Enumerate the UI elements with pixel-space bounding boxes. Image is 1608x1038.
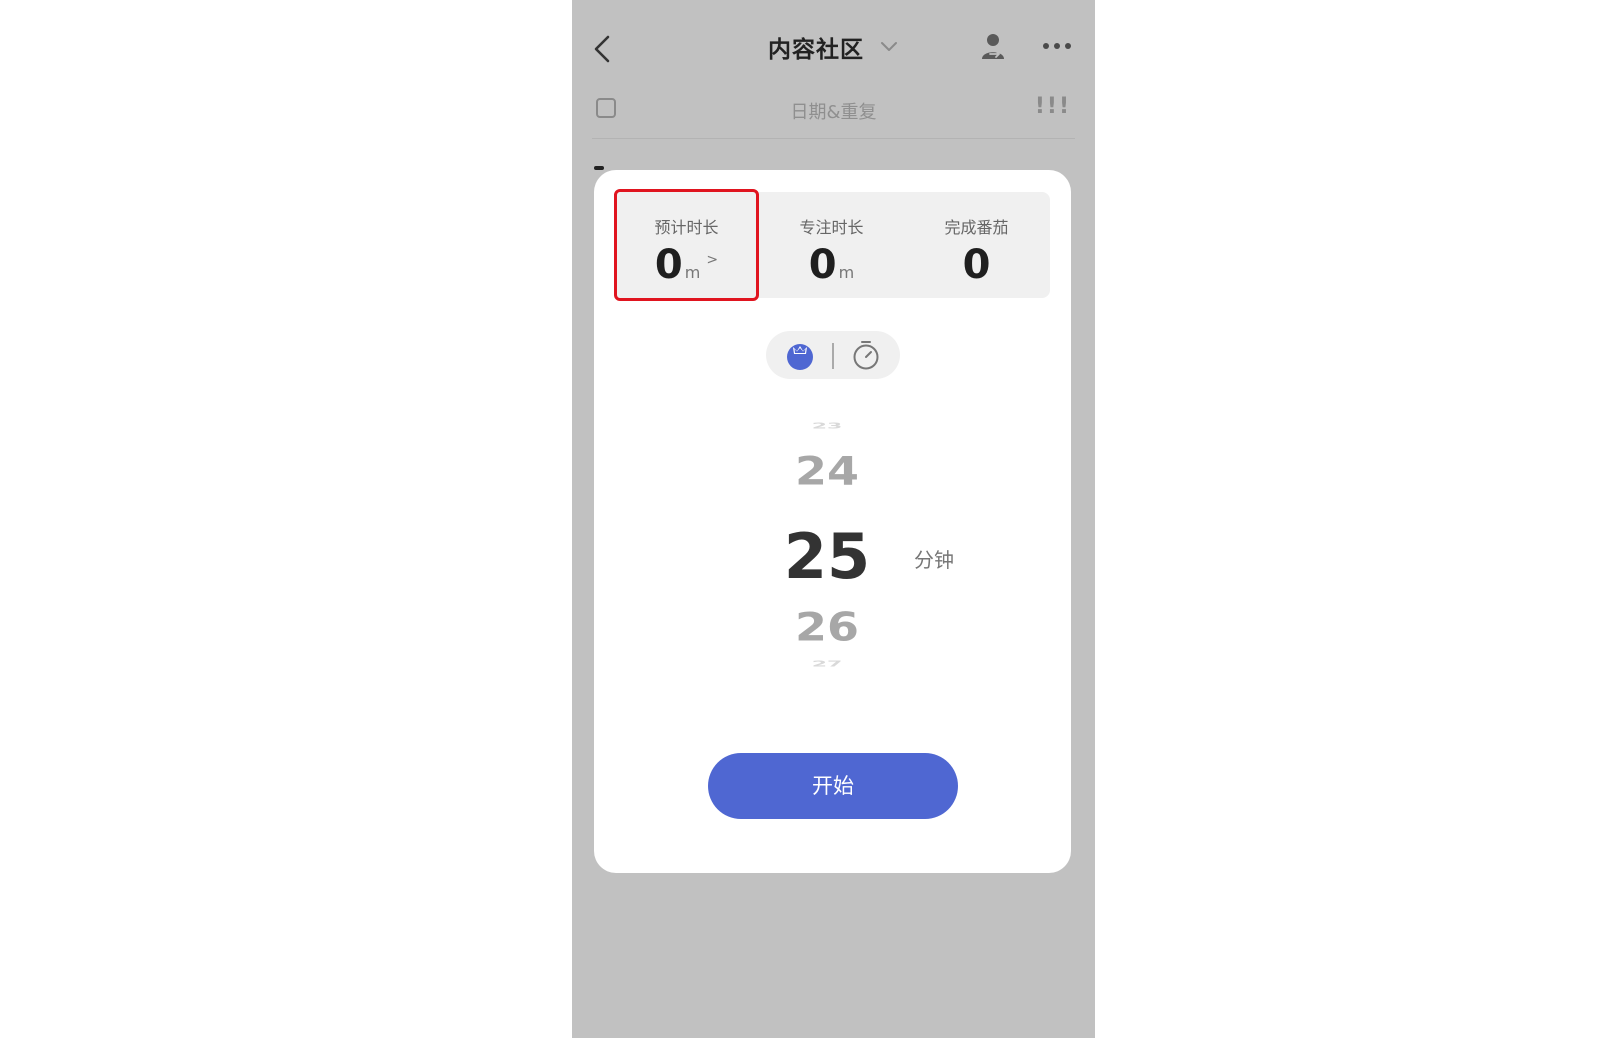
toggle-divider	[832, 343, 834, 369]
stat-label: 完成番茄	[944, 218, 1009, 237]
phone-screen: 内容社区 日期&重复 !!! 预计时长 0 m> 专注时长 0 m 完成番茄 0…	[572, 0, 1095, 1038]
pomodoro-dialog: 预计时长 0 m> 专注时长 0m 完成番茄 0 23 24 25 26 27 …	[594, 170, 1071, 873]
user-share-icon[interactable]	[979, 32, 1009, 62]
stopwatch-icon[interactable]	[850, 339, 882, 371]
picker-option[interactable]: 24	[762, 448, 892, 494]
stat-value: 0	[962, 242, 991, 288]
mode-toggle	[766, 331, 900, 379]
task-toolbar: 日期&重复 !!!	[592, 90, 1075, 139]
title-area[interactable]: 内容社区	[572, 30, 1095, 64]
picker-option[interactable]: 27	[762, 660, 892, 669]
chevron-down-icon[interactable]	[879, 40, 899, 54]
picker-option[interactable]: 23	[762, 422, 892, 431]
picker-selected-option[interactable]: 25	[762, 520, 892, 593]
highlight-box	[614, 189, 759, 301]
note-cursor-mark	[594, 166, 604, 170]
focus-value: 0	[808, 242, 837, 288]
picker-unit-label: 分钟	[914, 548, 954, 572]
start-button[interactable]: 开始	[708, 753, 958, 819]
picker-option[interactable]: 26	[762, 604, 892, 650]
stat-focus-duration: 专注时长 0m	[759, 192, 904, 298]
priority-button[interactable]: !!!	[1035, 94, 1071, 119]
stat-value: 0m	[759, 242, 904, 288]
minute-picker[interactable]: 23 24 25 26 27 分钟	[594, 420, 1071, 690]
stat-completed-pomodoros: 完成番茄 0	[904, 192, 1049, 298]
focus-unit: m	[838, 263, 855, 282]
tomato-icon[interactable]	[784, 339, 816, 371]
more-icon[interactable]	[1042, 38, 1072, 54]
page-title: 内容社区	[767, 37, 864, 63]
date-repeat-button[interactable]: 日期&重复	[592, 98, 1075, 124]
top-bar: 内容社区	[572, 0, 1095, 90]
stat-label: 专注时长	[799, 218, 864, 237]
